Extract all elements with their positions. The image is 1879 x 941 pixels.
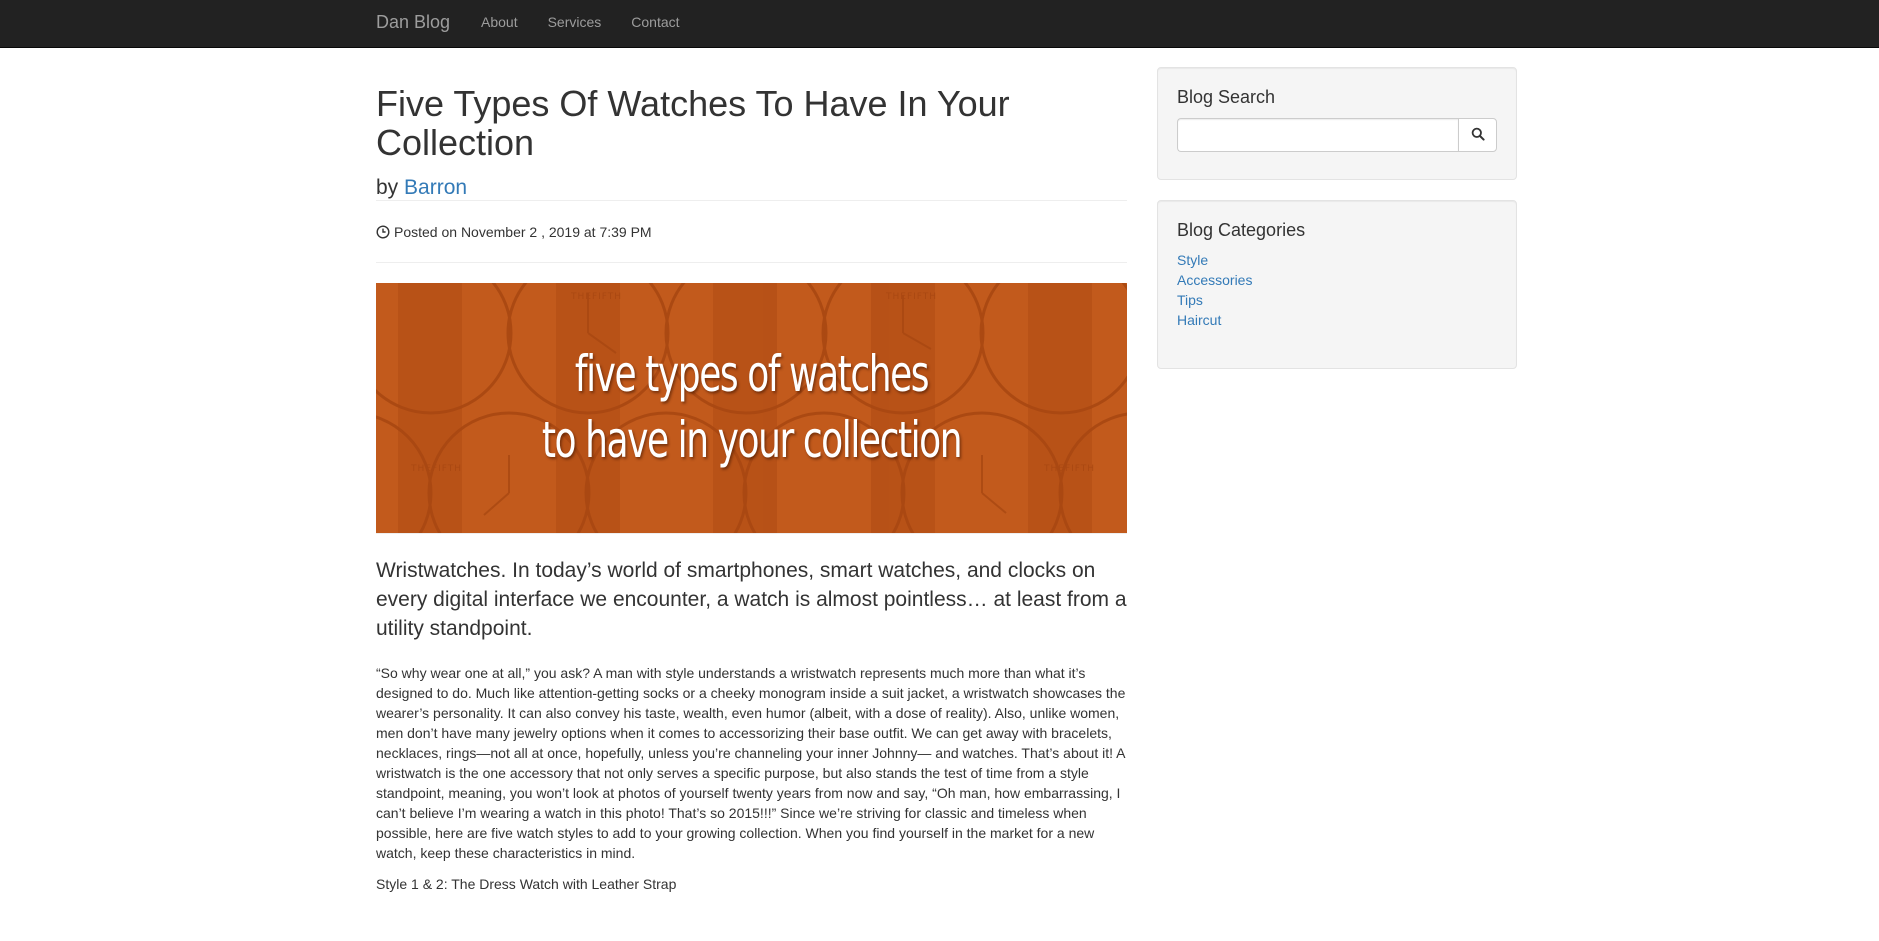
- clock-icon: [376, 224, 390, 239]
- search-icon: [1471, 127, 1485, 144]
- category-link-style[interactable]: Style: [1177, 252, 1208, 268]
- blog-search-title: Blog Search: [1177, 87, 1276, 107]
- nav-link-about[interactable]: About: [481, 14, 518, 30]
- category-list: Style Accessories Tips Haircut: [1177, 250, 1497, 330]
- list-item: Haircut: [1177, 310, 1497, 330]
- author-link[interactable]: Barron: [404, 176, 467, 199]
- post-subheading: Style 1 & 2: The Dress Watch with Leathe…: [376, 876, 677, 892]
- nav-links: About Services Contact: [481, 14, 710, 30]
- post-byline: by Barron: [376, 176, 1127, 200]
- post-date: Posted on November 2 , 2019 at 7:39 PM: [376, 201, 1127, 262]
- brand-link[interactable]: Dan Blog: [376, 11, 450, 33]
- hero-caption-line1: five types of watches: [574, 345, 930, 403]
- hero-watermark: THEFIFTH: [885, 292, 937, 302]
- search-button[interactable]: [1458, 118, 1497, 152]
- category-link-haircut[interactable]: Haircut: [1177, 312, 1221, 328]
- list-item: Accessories: [1177, 270, 1497, 290]
- nav-link-contact[interactable]: Contact: [631, 14, 679, 30]
- hero-watermark: THEFIFTH: [570, 292, 622, 302]
- search-group: [1177, 118, 1497, 152]
- blog-categories-panel: Blog Categories Style Accessories Tips H…: [1157, 200, 1517, 369]
- hero-caption: five types of watches to have in your co…: [481, 341, 1022, 473]
- hero-watermark: THEFIFTH: [1043, 464, 1095, 474]
- blog-search-panel: Blog Search: [1157, 67, 1517, 180]
- blog-categories-title: Blog Categories: [1177, 220, 1306, 240]
- post-date-text: Posted on November 2 , 2019 at 7:39 PM: [394, 223, 652, 240]
- hero-watermark: THEFIFTH: [410, 464, 462, 474]
- divider: [376, 533, 1127, 534]
- category-link-tips[interactable]: Tips: [1177, 292, 1203, 308]
- category-link-accessories[interactable]: Accessories: [1177, 272, 1252, 288]
- post-body: “So why wear one at all,” you ask? A man…: [376, 665, 1126, 861]
- post-lead: Wristwatches. In today’s world of smartp…: [376, 559, 1127, 640]
- list-item: Tips: [1177, 290, 1497, 310]
- byline-prefix: by: [376, 176, 399, 199]
- list-item: Style: [1177, 250, 1497, 270]
- top-navbar: Dan Blog About Services Contact: [0, 0, 1879, 48]
- post-column: Five Types Of Watches To Have In Your Co…: [376, 84, 1127, 894]
- search-input[interactable]: [1177, 118, 1458, 152]
- divider: [376, 262, 1127, 263]
- hero-image: THEFIFTH THEFIFTH THEFIFTH THEFIFTH five…: [376, 283, 1127, 533]
- post-title: Five Types Of Watches To Have In Your Co…: [376, 83, 1010, 163]
- hero-caption-line2: to have in your collection: [541, 411, 963, 469]
- nav-link-services[interactable]: Services: [548, 14, 602, 30]
